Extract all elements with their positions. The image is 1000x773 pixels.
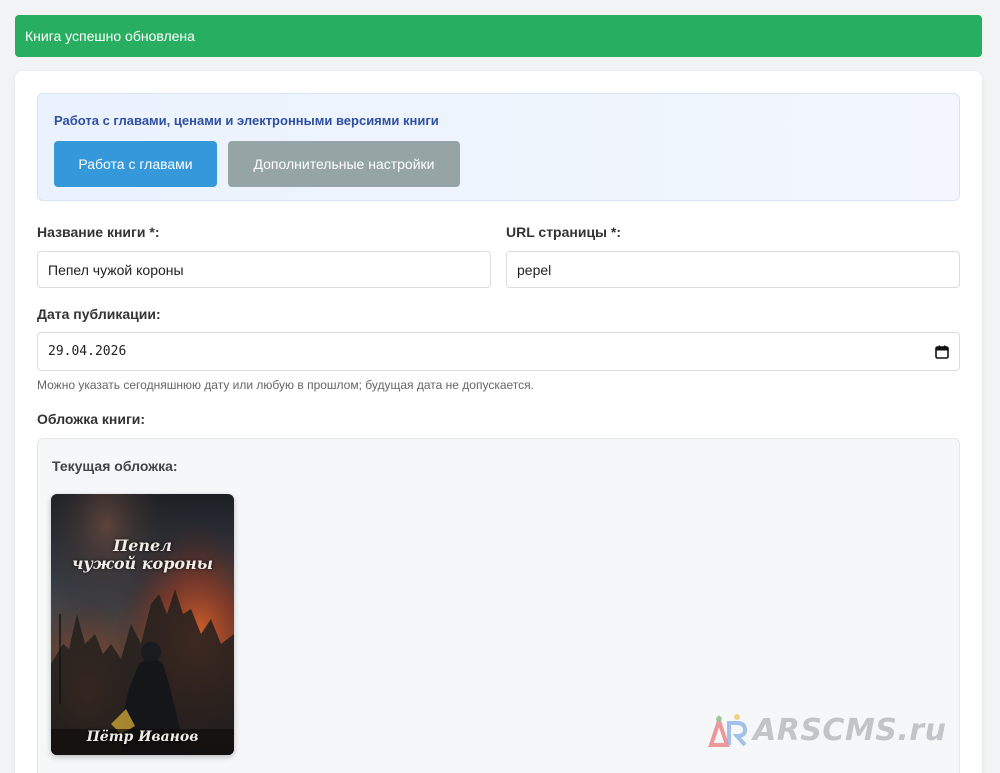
tools-panel-title: Работа с главами, ценами и электронными … bbox=[54, 113, 439, 128]
book-title-label: Название книги *: bbox=[37, 224, 160, 240]
book-cover-label: Обложка книги: bbox=[37, 411, 146, 427]
cover-artwork bbox=[51, 494, 234, 755]
page-url-label: URL страницы *: bbox=[506, 224, 622, 240]
publication-date-hint: Можно указать сегодняшнюю дату или любую… bbox=[37, 378, 534, 392]
publication-date-value: 29.04.2026 bbox=[48, 344, 127, 359]
publication-date-label: Дата публикации: bbox=[37, 306, 161, 322]
book-tools-panel: Работа с главами, ценами и электронными … bbox=[37, 93, 960, 201]
page-url-input[interactable] bbox=[506, 251, 960, 288]
success-alert: Книга успешно обновлена bbox=[15, 15, 982, 57]
page: Книга успешно обновлена Работа с главами… bbox=[0, 0, 1000, 773]
publication-date-input[interactable]: 29.04.2026 bbox=[37, 332, 960, 371]
edit-book-card: Работа с главами, ценами и электронными … bbox=[15, 71, 982, 773]
additional-settings-button[interactable]: Дополнительные настройки bbox=[228, 141, 460, 187]
arscms-watermark: ARSCMS.ru bbox=[707, 711, 952, 751]
book-title-input[interactable] bbox=[37, 251, 491, 288]
current-cover-label: Текущая обложка: bbox=[52, 458, 178, 474]
calendar-icon[interactable] bbox=[935, 345, 949, 359]
chapters-button[interactable]: Работа с главами bbox=[54, 141, 217, 187]
cover-author: Пётр Иванов bbox=[86, 729, 199, 745]
cover-title-line2: чужой короны bbox=[71, 554, 214, 573]
watermark-text: ARSCMS.ru bbox=[753, 713, 947, 748]
book-cover-image: Пепел чужой короны Пётр Иванов bbox=[51, 494, 234, 755]
cover-title-line1: Пепел bbox=[113, 536, 172, 555]
arscms-logo-icon bbox=[708, 714, 748, 747]
